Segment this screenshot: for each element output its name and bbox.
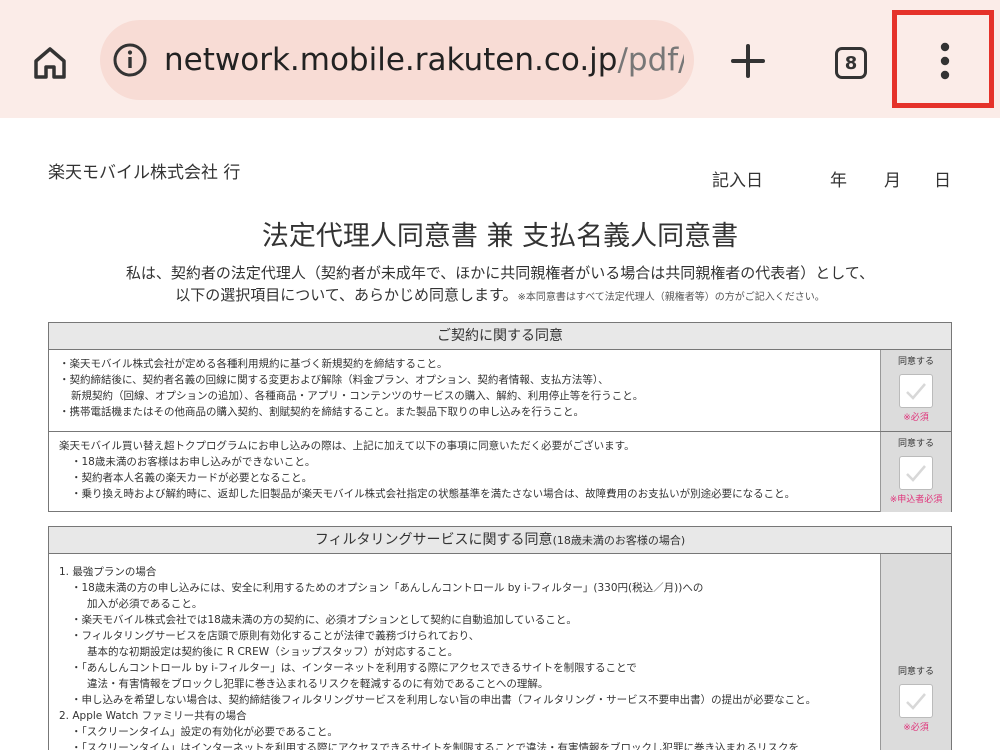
checkmark-icon bbox=[906, 465, 926, 482]
home-icon bbox=[34, 47, 66, 79]
date-year: 年 bbox=[830, 171, 847, 191]
address-bar[interactable]: network.mobile.rakuten.co.jp/pdf/t bbox=[100, 20, 694, 100]
checkmark-icon bbox=[906, 693, 926, 710]
consent-label: 同意する bbox=[897, 357, 934, 367]
row-text: ・楽天モバイル株式会社が定める各種利用規約に基づく新規契約を締結すること。 ・契… bbox=[59, 356, 879, 420]
plus-icon bbox=[731, 44, 765, 78]
pdf-document: 楽天モバイル株式会社 行 記入日 年 月 日 法定代理人同意書 兼 支払名義人同… bbox=[0, 118, 1000, 750]
intro-line-1: 私は、契約者の法定代理人（契約者が未成年で、ほかに共同親権者がいる場合は共同親権… bbox=[125, 264, 875, 282]
date-month: 月 bbox=[884, 171, 901, 191]
required-mark: ※申込者必須 bbox=[889, 495, 943, 505]
text-line: ・携帯電話機またはその他商品の購入契約、割賦契約を締結すること。また製品下取りの… bbox=[59, 406, 584, 418]
url-path: /pdf/t bbox=[617, 42, 684, 78]
text-line: 加入が必須であること。 bbox=[87, 598, 203, 610]
section-header: フィルタリングサービスに関する同意(18歳未満のお客様の場合) bbox=[49, 527, 951, 554]
text-line: ・「スクリーンタイム」設定の有効化が必要であること。 bbox=[71, 726, 338, 738]
new-tab-button[interactable] bbox=[720, 35, 776, 87]
section-header: ご契約に関する同意 bbox=[49, 323, 951, 350]
text-line: ・契約者本人名義の楽天カードが必要となること。 bbox=[71, 472, 313, 484]
section-header-note: (18歳未満のお客様の場合) bbox=[552, 534, 686, 547]
section-header-text: フィルタリングサービスに関する同意 bbox=[314, 532, 553, 548]
consent-checkbox[interactable] bbox=[899, 456, 933, 490]
date-day: 日 bbox=[934, 171, 951, 191]
required-mark: ※必須 bbox=[903, 413, 929, 423]
more-vert-icon bbox=[940, 42, 950, 80]
consent-column: 同意する ※申込者必須 bbox=[880, 432, 951, 512]
consent-row: 1. 最強プランの場合 ・18歳未満の方の申し込みには、安全に利用するためのオプ… bbox=[49, 554, 951, 750]
text-line: 楽天モバイル買い替え超トクプログラムにお申し込みの際は、上記に加えて以下の事項に… bbox=[59, 440, 635, 452]
text-line: ・申し込みを希望しない場合は、契約締結後フィルタリングサービスを利用しない旨の申… bbox=[71, 694, 817, 706]
consent-row: ・楽天モバイル株式会社が定める各種利用規約に基づく新規契約を締結すること。 ・契… bbox=[49, 350, 951, 432]
text-line: ・フィルタリングサービスを店頭で原則有効化することが法律で義務づけられており、 bbox=[71, 630, 480, 642]
consent-column: 同意する ※必須 bbox=[880, 350, 951, 431]
consent-label: 同意する bbox=[897, 439, 934, 449]
text-line: ・「スクリーンタイム」はインターネットを利用する際にアクセスできるサイトを制限す… bbox=[71, 742, 799, 750]
text-line: 1. 最強プランの場合 bbox=[59, 566, 157, 578]
browser-toolbar: network.mobile.rakuten.co.jp/pdf/t 8 bbox=[0, 0, 1000, 119]
text-line: 基本的な初期設定は契約後に R CREW（ショップスタッフ）が対応すること。 bbox=[87, 646, 459, 658]
more-options-button[interactable] bbox=[896, 14, 994, 108]
addressee: 楽天モバイル株式会社 行 bbox=[48, 163, 241, 183]
text-line: ・楽天モバイル株式会社では18歳未満の方の契約に、必須オプションとして契約に自動… bbox=[71, 614, 577, 626]
url-host: network.mobile.rakuten.co.jp bbox=[164, 42, 618, 78]
document-title: 法定代理人同意書 兼 支払名義人同意書 bbox=[261, 221, 739, 252]
contract-consent-section: ご契約に関する同意 ・楽天モバイル株式会社が定める各種利用規約に基づく新規契約を… bbox=[48, 322, 952, 512]
text-line: ・楽天モバイル株式会社が定める各種利用規約に基づく新規契約を締結すること。 bbox=[59, 358, 448, 370]
filtering-consent-section: フィルタリングサービスに関する同意(18歳未満のお客様の場合) 1. 最強プラン… bbox=[48, 526, 952, 750]
consent-row: 楽天モバイル買い替え超トクプログラムにお申し込みの際は、上記に加えて以下の事項に… bbox=[49, 432, 951, 512]
checkmark-icon bbox=[906, 383, 926, 400]
required-mark: ※必須 bbox=[903, 723, 929, 733]
intro-note: ※本同意書はすべて法定代理人（親権者等）の方がご記入ください。 bbox=[517, 292, 825, 303]
text-line: ・18歳未満のお客様はお申し込みができないこと。 bbox=[71, 456, 316, 468]
text-line: 2. Apple Watch ファミリー共有の場合 bbox=[59, 710, 247, 722]
text-line: ・契約締結後に、契約者名義の回線に関する変更および解除（料金プラン、オプション、… bbox=[59, 374, 609, 386]
intro-line-2-text: 以下の選択項目について、あらかじめ同意します。 bbox=[175, 286, 518, 304]
row-text: 楽天モバイル買い替え超トクプログラムにお申し込みの際は、上記に加えて以下の事項に… bbox=[59, 438, 879, 502]
home-button[interactable] bbox=[22, 38, 78, 88]
text-line: ・乗り換え時および解約時に、返却した旧製品が楽天モバイル株式会社指定の状態基準を… bbox=[71, 488, 796, 500]
consent-column: 同意する ※必須 bbox=[880, 554, 951, 750]
row-text: 1. 最強プランの場合 ・18歳未満の方の申し込みには、安全に利用するためのオプ… bbox=[59, 564, 879, 750]
tab-switcher-button[interactable]: 8 bbox=[826, 40, 876, 86]
consent-checkbox[interactable] bbox=[899, 374, 933, 408]
info-icon[interactable] bbox=[112, 42, 148, 78]
text-line: 違法・有害情報をブロックし犯罪に巻き込まれるリスクを軽減するのに有効であることへ… bbox=[87, 678, 549, 690]
text-line: ・18歳未満の方の申し込みには、安全に利用するためのオプション「あんしんコントロ… bbox=[71, 582, 704, 594]
date-label: 記入日 bbox=[712, 171, 763, 191]
intro-line-2: 以下の選択項目について、あらかじめ同意します。※本同意書はすべて法定代理人（親権… bbox=[0, 284, 1000, 309]
intro-text: 私は、契約者の法定代理人（契約者が未成年で、ほかに共同親権者がいる場合は共同親権… bbox=[0, 262, 1000, 309]
tab-count: 8 bbox=[835, 47, 867, 79]
text-line: ・「あんしんコントロール by i-フィルター」は、インターネットを利用する際に… bbox=[71, 662, 637, 674]
consent-checkbox[interactable] bbox=[899, 684, 933, 718]
text-line: 新規契約（回線、オプションの追加）、各種商品・アプリ・コンテンツのサービスの購入… bbox=[71, 390, 644, 402]
consent-label: 同意する bbox=[897, 667, 934, 677]
url-text: network.mobile.rakuten.co.jp/pdf/t bbox=[164, 38, 684, 82]
